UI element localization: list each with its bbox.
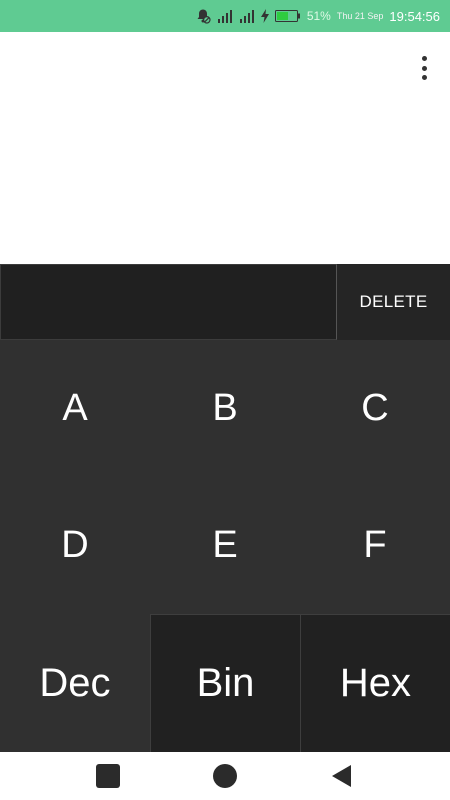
- key-a[interactable]: A: [0, 340, 150, 477]
- key-e[interactable]: E: [150, 477, 300, 614]
- bin-button[interactable]: Bin: [150, 614, 300, 752]
- key-b[interactable]: B: [150, 340, 300, 477]
- charging-icon: [260, 9, 269, 23]
- key-row: D E F: [0, 477, 450, 614]
- home-circle-icon[interactable]: [205, 756, 245, 796]
- input-row: DELETE: [0, 264, 450, 340]
- status-bar: 51% Thu 21 Sep 19:54:56: [0, 0, 450, 32]
- number-input[interactable]: [0, 264, 337, 340]
- result-display: [0, 32, 450, 264]
- delete-button[interactable]: DELETE: [337, 264, 450, 340]
- battery-percent: 51%: [306, 9, 331, 23]
- navigation-bar: [0, 752, 450, 800]
- more-vert-icon[interactable]: [416, 56, 432, 80]
- status-date: Thu 21 Sep: [336, 11, 384, 21]
- back-triangle-icon[interactable]: [322, 756, 362, 796]
- key-f[interactable]: F: [300, 477, 450, 614]
- status-time: 19:54:56: [389, 8, 440, 24]
- notifications-muted-icon: [195, 8, 211, 24]
- battery-icon: [274, 9, 301, 23]
- dec-button[interactable]: Dec: [0, 614, 150, 752]
- signal-icon: [239, 9, 255, 23]
- key-d[interactable]: D: [0, 477, 150, 614]
- key-row: A B C: [0, 340, 450, 477]
- recents-square-icon[interactable]: [88, 756, 128, 796]
- hex-button[interactable]: Hex: [300, 614, 450, 752]
- signal-icon: [217, 9, 233, 23]
- hex-keypad: A B C D E F: [0, 340, 450, 615]
- base-selector: Dec Bin Hex: [0, 614, 450, 752]
- key-c[interactable]: C: [300, 340, 450, 477]
